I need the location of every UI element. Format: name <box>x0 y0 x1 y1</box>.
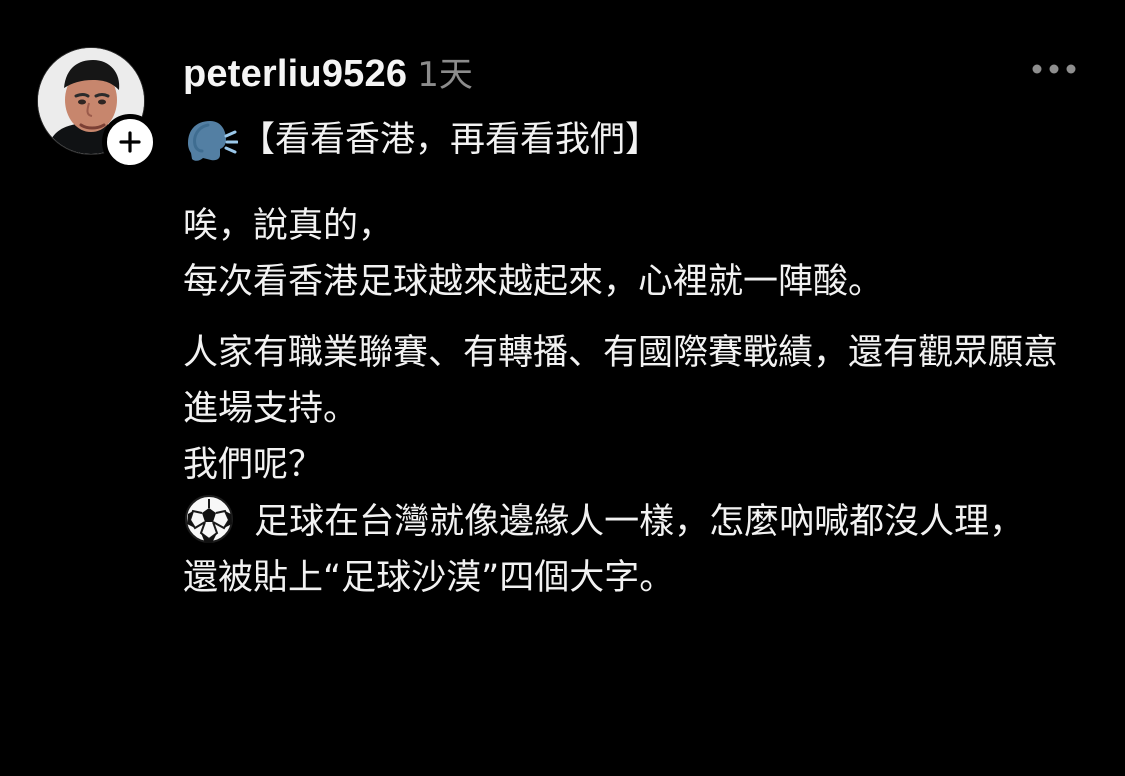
content-line-5-container: 足球在台灣就像邊緣人一樣，怎麼吶喊都沒人理， <box>183 493 1088 550</box>
author-username[interactable]: peterliu9526 <box>183 53 407 96</box>
soccer-ball-icon <box>185 495 233 543</box>
content-line-2: 每次看香港足球越來越起來，心裡就一陣酸。 <box>183 262 884 302</box>
content-line-5: 足球在台灣就像邊緣人一樣，怎麼吶喊都沒人理， <box>254 502 1025 542</box>
post-title-line: 【看看香港，再看看我們】 <box>183 110 1093 170</box>
plus-icon <box>119 131 141 153</box>
more-horizontal-icon <box>1032 64 1076 74</box>
content-line-3: 人家有職業聯賽、有轉播、有國際賽戰績，還有觀眾願意進場支持。 <box>183 333 1059 429</box>
post-body: 【看看香港，再看看我們】 唉，說真的， 每次看香港足球越來越起來，心裡就一陣酸。… <box>183 110 1093 606</box>
content-line-6: 還被貼上“足球沙漠”四個大字。 <box>183 558 675 598</box>
post-header: peterliu9526 1天 <box>183 47 473 96</box>
post-timestamp: 1天 <box>417 55 473 95</box>
more-options-button[interactable] <box>1028 54 1080 84</box>
content-line-4: 我們呢？ <box>183 445 324 485</box>
author-avatar-container[interactable] <box>37 47 158 170</box>
follow-button[interactable] <box>102 114 158 170</box>
post-title: 【看看香港，再看看我們】 <box>240 120 661 160</box>
speaking-head-icon <box>188 120 238 161</box>
content-line-1: 唉，說真的， <box>183 206 394 246</box>
threads-post: peterliu9526 1天 【看看香港，再看看我們】 唉，說真的， 每次看香… <box>0 0 1125 776</box>
